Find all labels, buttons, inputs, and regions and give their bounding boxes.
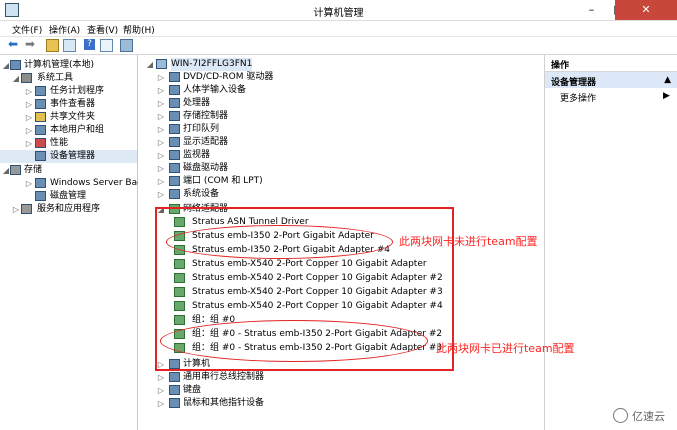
tree-item-shared-folders[interactable]: ▷ 共享文件夹 (0, 111, 137, 124)
tree-item-performance[interactable]: ▷ 性能 (0, 137, 137, 150)
forward-icon[interactable]: ➡ (25, 38, 36, 50)
back-icon[interactable]: ⬅ (8, 38, 19, 50)
menu-action[interactable]: 操作(A) (49, 23, 80, 36)
annotation-teamed: 此两块网卡已进行team配置 (436, 342, 575, 355)
watermark-logo-icon (613, 408, 628, 423)
watermark: 亿速云 (613, 408, 665, 424)
tree-item-local-users-groups[interactable]: ▷ 本地用户和组 (0, 124, 137, 137)
highlight-oval-teamed (160, 320, 428, 362)
title-bar: 计算机管理 – □ ✕ (0, 0, 677, 21)
window-title: 计算机管理 (313, 8, 364, 19)
highlight-oval-unteamed (166, 225, 393, 259)
menu-help[interactable]: 帮助(H) (123, 23, 155, 36)
close-button[interactable]: ✕ (615, 0, 677, 20)
tree-item-event-viewer[interactable]: ▷ 事件查看器 (0, 98, 137, 111)
up-icon[interactable] (46, 39, 59, 52)
toolbar: ⬅ ➡ ? (0, 36, 677, 55)
view-icon[interactable] (100, 39, 113, 52)
tree-item-computer-management[interactable]: ◢ 计算机管理(本地) (0, 59, 137, 72)
help-icon[interactable]: ? (84, 39, 95, 50)
actions-device-manager-section[interactable]: 设备管理器 ▲ (545, 72, 677, 88)
annotation-not-teamed: 此两块网卡未进行team配置 (399, 235, 538, 248)
tree-item-services-applications[interactable]: ▷ 服务和应用程序 (0, 203, 137, 216)
menu-file[interactable]: 文件(F) (12, 23, 42, 36)
menu-bar: 文件(F) 操作(A) 查看(V) 帮助(H) (0, 21, 677, 37)
tree-item-system-tools[interactable]: ◢ 系统工具 (0, 72, 137, 85)
more-actions-arrow-icon: ▶ (663, 91, 670, 101)
properties-icon[interactable] (63, 39, 76, 52)
actions-pane (545, 55, 677, 430)
actions-header: 操作 (545, 55, 677, 72)
tree-item-disk-management[interactable]: 磁盘管理 (0, 190, 137, 203)
tree-item-device-manager[interactable]: 设备管理器 (0, 150, 137, 163)
minimize-button[interactable]: – (578, 0, 605, 20)
tree-item-windows-server-backup[interactable]: ▷ Windows Server Back (0, 177, 147, 190)
menu-view[interactable]: 查看(V) (87, 23, 118, 36)
navigation-tree: ◢ 计算机管理(本地) ◢ 系统工具 ▷ 任务计划程序 ▷ 事件查看器 ▷ 共享文件夹 ▷… (0, 55, 147, 430)
more-actions-link[interactable]: 更多操作 (560, 91, 596, 104)
tree-item-task-scheduler[interactable]: ▷ 任务计划程序 (0, 85, 137, 98)
tree-item-storage[interactable]: ◢ 存储 (0, 164, 137, 177)
monitor-icon[interactable] (120, 39, 133, 52)
